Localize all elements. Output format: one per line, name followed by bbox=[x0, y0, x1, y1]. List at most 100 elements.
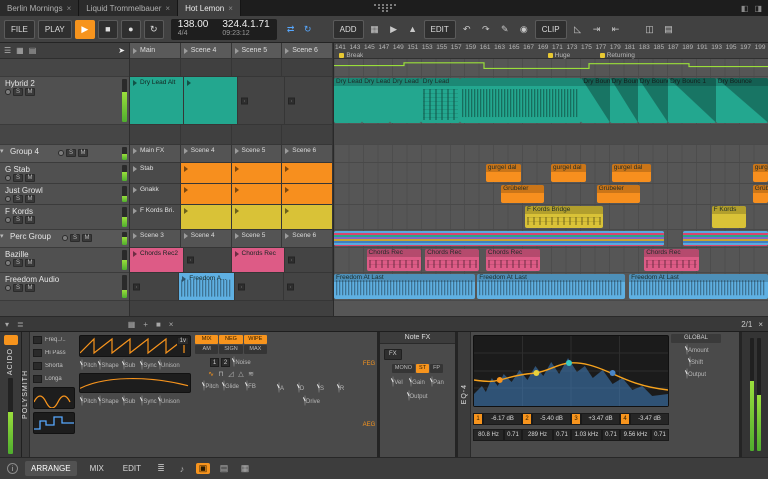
vel-knob[interactable]: Vel bbox=[388, 377, 408, 387]
track-name[interactable]: Bazille bbox=[5, 250, 29, 259]
arranger-clip[interactable]: Grübeler bbox=[753, 185, 768, 203]
track-name[interactable]: F Kords bbox=[5, 207, 33, 216]
arranger-clip[interactable]: Freedom At Last bbox=[629, 274, 768, 299]
group-scene-slot[interactable]: Scene 6 bbox=[282, 230, 333, 247]
noise-wave-icon[interactable]: ≋ bbox=[246, 370, 256, 378]
arranger-clip[interactable]: Chords Rec bbox=[425, 249, 479, 271]
clip-slot[interactable] bbox=[232, 184, 283, 204]
solo-button[interactable]: S bbox=[13, 174, 23, 182]
solo-button[interactable]: S bbox=[13, 284, 23, 292]
sync-knob[interactable]: Sync bbox=[139, 396, 159, 406]
arranger-clip[interactable]: gurgel dal bbox=[486, 164, 521, 182]
track-row-group-4[interactable]: ▾ Group 4 SM bbox=[0, 145, 129, 163]
device-polysmith[interactable]: POLYSMITH Freq../.. Hi Pass Shorta Longa… bbox=[22, 332, 380, 457]
scene-play-icon[interactable] bbox=[235, 148, 239, 154]
arranger-row-group-4[interactable] bbox=[334, 145, 768, 163]
mode-am-button[interactable]: AM bbox=[195, 345, 218, 354]
scene-play-icon[interactable] bbox=[133, 148, 137, 154]
track-color-chip[interactable] bbox=[4, 335, 18, 345]
clip-slot[interactable] bbox=[181, 163, 232, 183]
voice-2-button[interactable]: 2 bbox=[221, 358, 230, 367]
clip-slot[interactable] bbox=[282, 163, 333, 183]
clip-play-icon[interactable] bbox=[133, 208, 137, 214]
eq-band-1-gain[interactable]: -6.17 dB bbox=[483, 413, 522, 425]
knob-dial[interactable] bbox=[689, 356, 691, 367]
knob-dial[interactable] bbox=[278, 382, 280, 393]
voice-1-button[interactable]: 1 bbox=[210, 358, 219, 367]
modulator-slot[interactable]: Hi Pass bbox=[33, 348, 75, 358]
fb-knob[interactable]: FB bbox=[241, 381, 261, 391]
tab-close-icon[interactable]: × bbox=[165, 4, 170, 13]
release-knob[interactable]: R bbox=[331, 383, 351, 393]
knob-dial[interactable] bbox=[298, 382, 300, 393]
arranger-clip[interactable] bbox=[460, 78, 582, 123]
fp-button[interactable]: FP bbox=[430, 364, 443, 373]
solo-button[interactable]: S bbox=[66, 149, 76, 157]
group-scene-slot[interactable]: Scene 4 bbox=[181, 230, 232, 247]
clip-slot[interactable]: Freedom A... bbox=[179, 273, 234, 300]
time-display[interactable]: 09:23:12 bbox=[222, 30, 269, 38]
arranger-clip[interactable]: Dry Bounc bbox=[638, 78, 668, 123]
unison-knob[interactable]: Unison bbox=[159, 396, 179, 406]
clip-slot[interactable]: Stab bbox=[130, 163, 181, 183]
attack-knob[interactable]: A bbox=[271, 383, 291, 393]
clip-slot[interactable] bbox=[181, 205, 232, 229]
feg-label[interactable]: FEG bbox=[357, 361, 381, 367]
arranger-clip[interactable]: Chords Rec bbox=[644, 249, 698, 271]
clip-play-icon[interactable] bbox=[182, 276, 186, 282]
osc-range-select[interactable]: 1v bbox=[177, 337, 189, 345]
scene-play-icon[interactable] bbox=[184, 233, 188, 239]
clip-play-icon[interactable] bbox=[133, 80, 137, 86]
arranger-clip[interactable]: Grübeler bbox=[597, 185, 640, 203]
record-arm-button[interactable] bbox=[5, 260, 11, 266]
empty-clip-slot[interactable] bbox=[285, 248, 333, 272]
layout-grid-icon[interactable]: ▦ bbox=[16, 46, 24, 55]
tempo-display[interactable]: 138.00 bbox=[178, 20, 209, 30]
scene-5[interactable]: Scene 5 bbox=[232, 43, 283, 58]
mode-max-button[interactable]: MAX bbox=[244, 345, 267, 354]
clear-icon[interactable]: × bbox=[169, 320, 174, 329]
play-mode-button[interactable]: PLAY bbox=[38, 20, 72, 39]
output-knob[interactable]: Output bbox=[408, 391, 428, 401]
sustain-knob[interactable]: S bbox=[311, 383, 331, 393]
clip-play-icon[interactable] bbox=[285, 187, 289, 193]
device-panel-icon[interactable]: ▣ bbox=[196, 463, 210, 474]
clip-play-icon[interactable] bbox=[133, 251, 137, 257]
arranger-clip[interactable]: Dry Lead bbox=[421, 78, 460, 123]
knob-dial[interactable] bbox=[318, 382, 320, 393]
layers-panel-icon[interactable]: ≣ bbox=[154, 463, 168, 474]
clip-stop-button[interactable] bbox=[238, 283, 245, 290]
undo-icon[interactable]: ↶ bbox=[459, 24, 475, 35]
track-menu-icon[interactable]: ☰ bbox=[4, 46, 11, 55]
scene-play-icon[interactable] bbox=[235, 233, 239, 239]
mod-pitch-knob[interactable]: Pitch bbox=[201, 381, 221, 391]
modulator-slot[interactable]: Freq../.. bbox=[33, 335, 75, 345]
pan-knob[interactable]: Pan bbox=[428, 377, 448, 387]
sine-wave-icon[interactable]: ∿ bbox=[206, 370, 216, 378]
clip-stop-button[interactable] bbox=[288, 97, 295, 104]
stop-button[interactable]: ■ bbox=[98, 20, 118, 39]
pitch-knob[interactable]: Pitch bbox=[79, 396, 99, 406]
saw-wave-icon[interactable]: ◿ bbox=[226, 370, 236, 378]
group-scene-slot[interactable]: Scene 5 bbox=[232, 230, 283, 247]
clip-slot[interactable] bbox=[181, 184, 232, 204]
follow-playhead-icon[interactable]: ⇄ bbox=[284, 24, 298, 35]
tri-wave-icon[interactable]: △ bbox=[236, 370, 246, 378]
eq-curve-display[interactable] bbox=[473, 335, 669, 407]
arranger-clip[interactable]: Grübeler bbox=[501, 185, 544, 203]
record-arm-button[interactable] bbox=[5, 285, 11, 291]
aeg-label[interactable]: AEG bbox=[357, 422, 381, 428]
oscillator-1-display[interactable]: 1v bbox=[79, 335, 191, 357]
device-note-fx[interactable]: Note FX FX MONO ST FP Vel Gain Pan Outpu… bbox=[380, 332, 458, 457]
arranger-body[interactable]: Dry Lead Dry Lead Dry Lead Dry Lead Dry … bbox=[334, 59, 768, 316]
mode-neg-button[interactable]: NEG bbox=[219, 335, 242, 344]
stop-all-icon[interactable]: ■ bbox=[156, 320, 161, 329]
sync-knob[interactable]: Sync bbox=[139, 360, 159, 370]
arranger-clip[interactable]: Dry Lead bbox=[334, 78, 362, 123]
mute-button[interactable]: M bbox=[78, 149, 88, 157]
gain-knob[interactable]: Gain bbox=[408, 377, 428, 387]
arranger-row-freedom-audio[interactable]: Freedom At Last Freedom At Last Freedom … bbox=[334, 273, 768, 301]
position-display[interactable]: 324.4.1.71 bbox=[222, 20, 269, 30]
sub-knob[interactable]: Sub bbox=[119, 396, 139, 406]
arranger-clip[interactable]: gurgel dal bbox=[551, 164, 586, 182]
